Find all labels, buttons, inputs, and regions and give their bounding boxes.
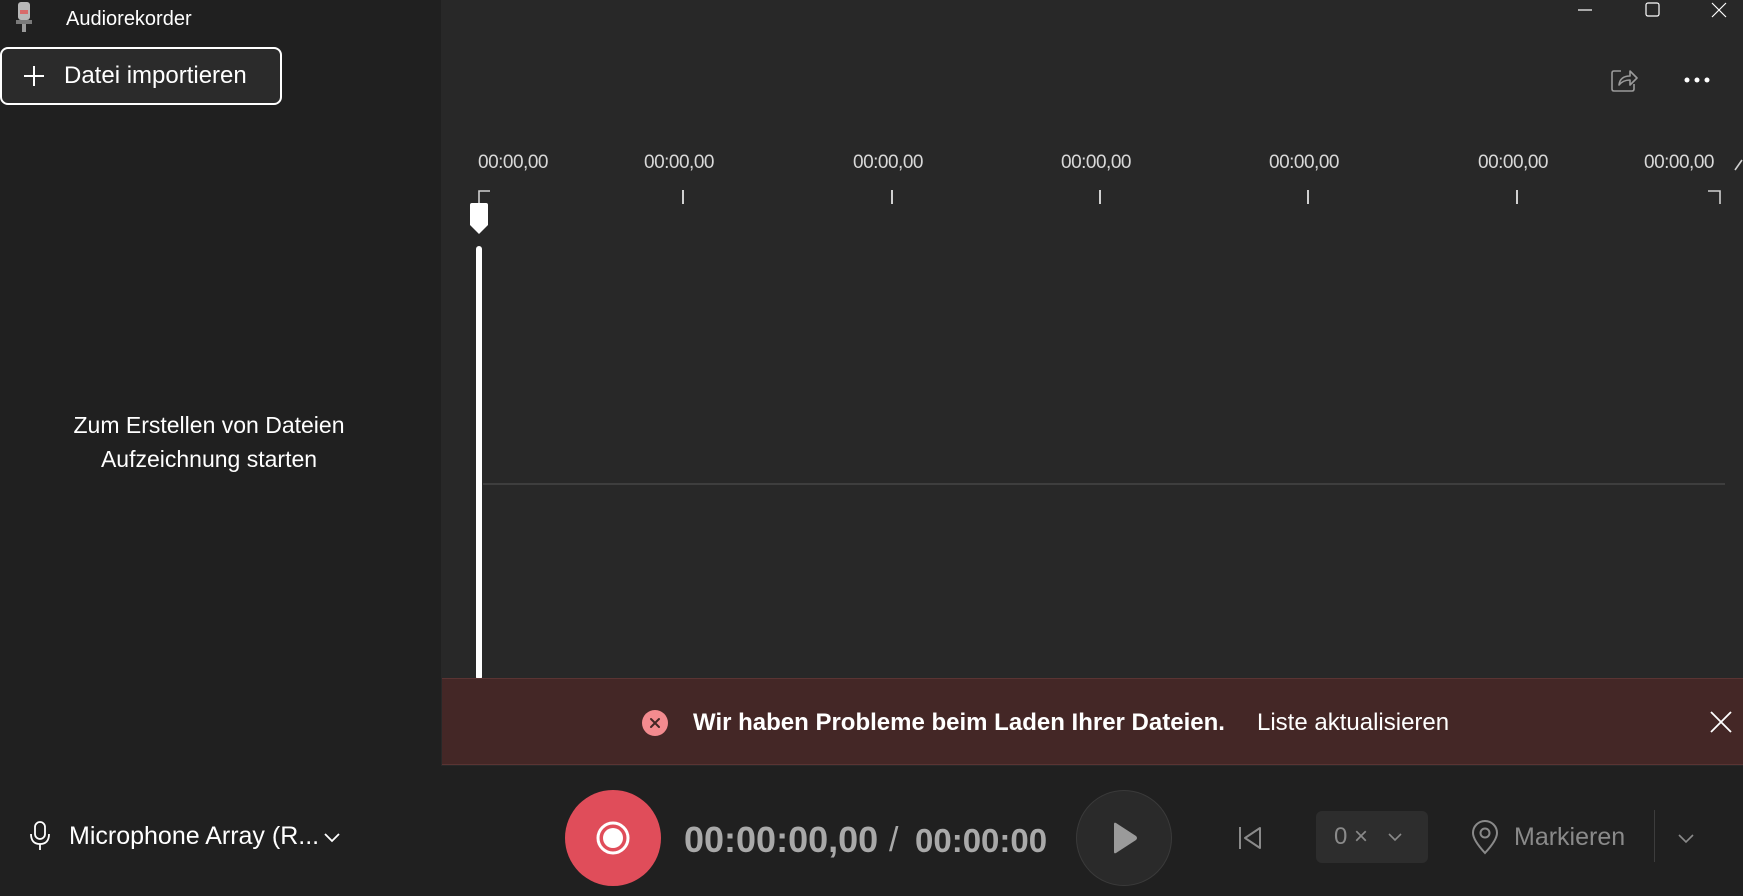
tick-label: 00:00,00 xyxy=(1478,152,1548,173)
maximize-button[interactable] xyxy=(1627,0,1677,20)
chevron-down-icon[interactable] xyxy=(1674,826,1698,850)
location-marker-icon xyxy=(1471,820,1499,855)
sidebar: Audiorekorder Datei importieren Zum Erst… xyxy=(0,0,441,766)
waveform-baseline xyxy=(483,483,1725,485)
playback-speed-dropdown[interactable]: 0 × xyxy=(1316,811,1428,863)
tick-label: 00:00,00 xyxy=(853,152,923,173)
empty-state-line-1: Zum Erstellen von Dateien xyxy=(73,412,345,438)
tick-label: 00:00,00 xyxy=(644,152,714,173)
minimize-icon xyxy=(1578,9,1592,11)
chevron-down-icon xyxy=(1388,833,1402,842)
empty-state-line-2: Aufzeichnung starten xyxy=(100,446,318,472)
playhead-line xyxy=(476,246,482,680)
tick xyxy=(1099,190,1101,204)
more-options-button[interactable] xyxy=(1677,60,1717,100)
player-bar: Microphone Array (R... 00:00:00,00 / 00:… xyxy=(0,766,1743,896)
dismiss-icon xyxy=(1710,711,1732,733)
tick xyxy=(682,190,684,204)
divider xyxy=(1654,810,1655,862)
tick-label: 00:00,00 xyxy=(1269,152,1339,173)
play-button[interactable] xyxy=(1076,790,1172,886)
current-time: 00:00:00,00 xyxy=(684,819,879,860)
app-title: Audiorekorder xyxy=(66,8,192,30)
mark-label: Markieren xyxy=(1514,822,1626,851)
playback-speed-value: 0 × xyxy=(1334,823,1369,850)
error-icon xyxy=(642,710,668,736)
close-window-button[interactable] xyxy=(1694,0,1743,20)
tick xyxy=(1516,190,1518,204)
error-message: Wir haben Probleme beim Laden Ihrer Date… xyxy=(693,709,1225,736)
skip-back-icon xyxy=(1239,827,1261,849)
tick-label: 00:00,00 xyxy=(478,152,548,173)
skip-back-button[interactable] xyxy=(1230,818,1270,858)
tick-label: 00:00,00 xyxy=(1644,152,1714,173)
main-panel xyxy=(441,0,1743,766)
chevron-down-icon xyxy=(324,833,340,843)
tick xyxy=(891,190,893,204)
app-microphone-icon xyxy=(16,2,32,32)
microphone-name: Microphone Array (R... xyxy=(69,822,320,850)
tick-label: 00:00,00 xyxy=(1061,152,1131,173)
empty-state-message: Zum Erstellen von Dateien Aufzeichnung s… xyxy=(0,408,418,476)
playhead-handle[interactable] xyxy=(468,203,490,235)
close-icon xyxy=(1711,2,1727,18)
refresh-list-link[interactable]: Liste aktualisieren xyxy=(1257,709,1449,737)
share-icon xyxy=(1611,70,1638,92)
import-file-label: Datei importieren xyxy=(64,62,247,89)
record-icon xyxy=(596,821,630,855)
total-time: 00:00:00 xyxy=(915,822,1048,859)
range-start-bracket xyxy=(478,190,490,204)
more-icon xyxy=(1684,77,1710,83)
error-banner: Wir haben Probleme beim Laden Ihrer Date… xyxy=(442,678,1743,765)
share-button[interactable] xyxy=(1604,60,1644,100)
dismiss-error-button[interactable] xyxy=(1703,704,1739,740)
play-icon xyxy=(1114,822,1137,854)
import-file-button[interactable]: Datei importieren xyxy=(0,47,282,105)
scroll-arrow-icon[interactable] xyxy=(1734,158,1743,172)
time-separator: / xyxy=(889,821,899,859)
record-button[interactable] xyxy=(565,790,661,886)
microphone-icon xyxy=(30,821,50,850)
minimize-button[interactable] xyxy=(1560,0,1610,20)
maximize-icon xyxy=(1645,2,1660,17)
tick xyxy=(1307,190,1309,204)
plus-icon xyxy=(24,66,44,86)
mark-button[interactable]: Markieren xyxy=(1470,814,1625,860)
range-end-bracket xyxy=(1708,190,1721,204)
